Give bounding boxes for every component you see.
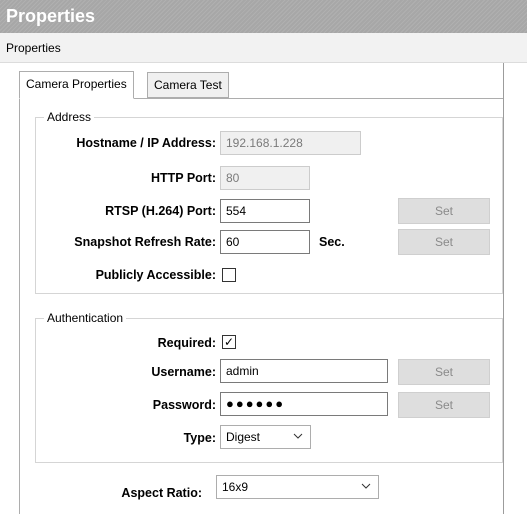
required-checkbox[interactable]: ✓	[222, 335, 236, 349]
address-legend: Address	[44, 110, 95, 124]
http-port-label: HTTP Port:	[150, 171, 216, 185]
snapshot-rate-field[interactable]: 60	[220, 230, 310, 254]
snapshot-rate-unit: Sec.	[319, 235, 345, 249]
checkmark-icon: ✓	[223, 335, 235, 349]
password-set-button[interactable]: Set	[398, 392, 490, 418]
public-checkbox[interactable]	[222, 268, 236, 282]
tab-camera-test[interactable]: Camera Test	[147, 72, 229, 98]
public-label: Publicly Accessible:	[95, 268, 216, 282]
type-select[interactable]: Digest	[220, 425, 311, 449]
chevron-down-icon	[293, 433, 303, 439]
rtsp-port-field[interactable]: 554	[220, 199, 310, 223]
required-label: Required:	[157, 336, 216, 350]
http-port-field[interactable]: 80	[220, 166, 310, 190]
hostname-field[interactable]: 192.168.1.228	[220, 131, 361, 155]
password-field[interactable]: ●●●●●●	[220, 392, 388, 416]
section-header: Properties	[0, 33, 527, 63]
snapshot-rate-set-button[interactable]: Set	[398, 229, 490, 255]
type-label: Type:	[183, 431, 216, 445]
rtsp-port-set-button[interactable]: Set	[398, 198, 490, 224]
snapshot-rate-label: Snapshot Refresh Rate:	[74, 235, 216, 249]
chevron-down-icon	[361, 483, 371, 489]
authentication-legend: Authentication	[44, 311, 127, 325]
username-field[interactable]: admin	[220, 359, 388, 383]
window-title: Properties	[0, 0, 527, 33]
tab-camera-properties[interactable]: Camera Properties	[19, 71, 134, 99]
password-label: Password:	[152, 398, 216, 412]
aspect-ratio-select[interactable]: 16x9	[216, 475, 379, 499]
username-label: Username:	[151, 365, 216, 379]
aspect-ratio-label: Aspect Ratio:	[121, 486, 202, 500]
username-set-button[interactable]: Set	[398, 359, 490, 385]
panel-divider	[503, 63, 504, 514]
rtsp-port-label: RTSP (H.264) Port:	[105, 204, 216, 218]
type-select-value: Digest	[226, 430, 261, 444]
hostname-label: Hostname / IP Address:	[76, 136, 216, 150]
aspect-ratio-select-value: 16x9	[222, 480, 249, 494]
